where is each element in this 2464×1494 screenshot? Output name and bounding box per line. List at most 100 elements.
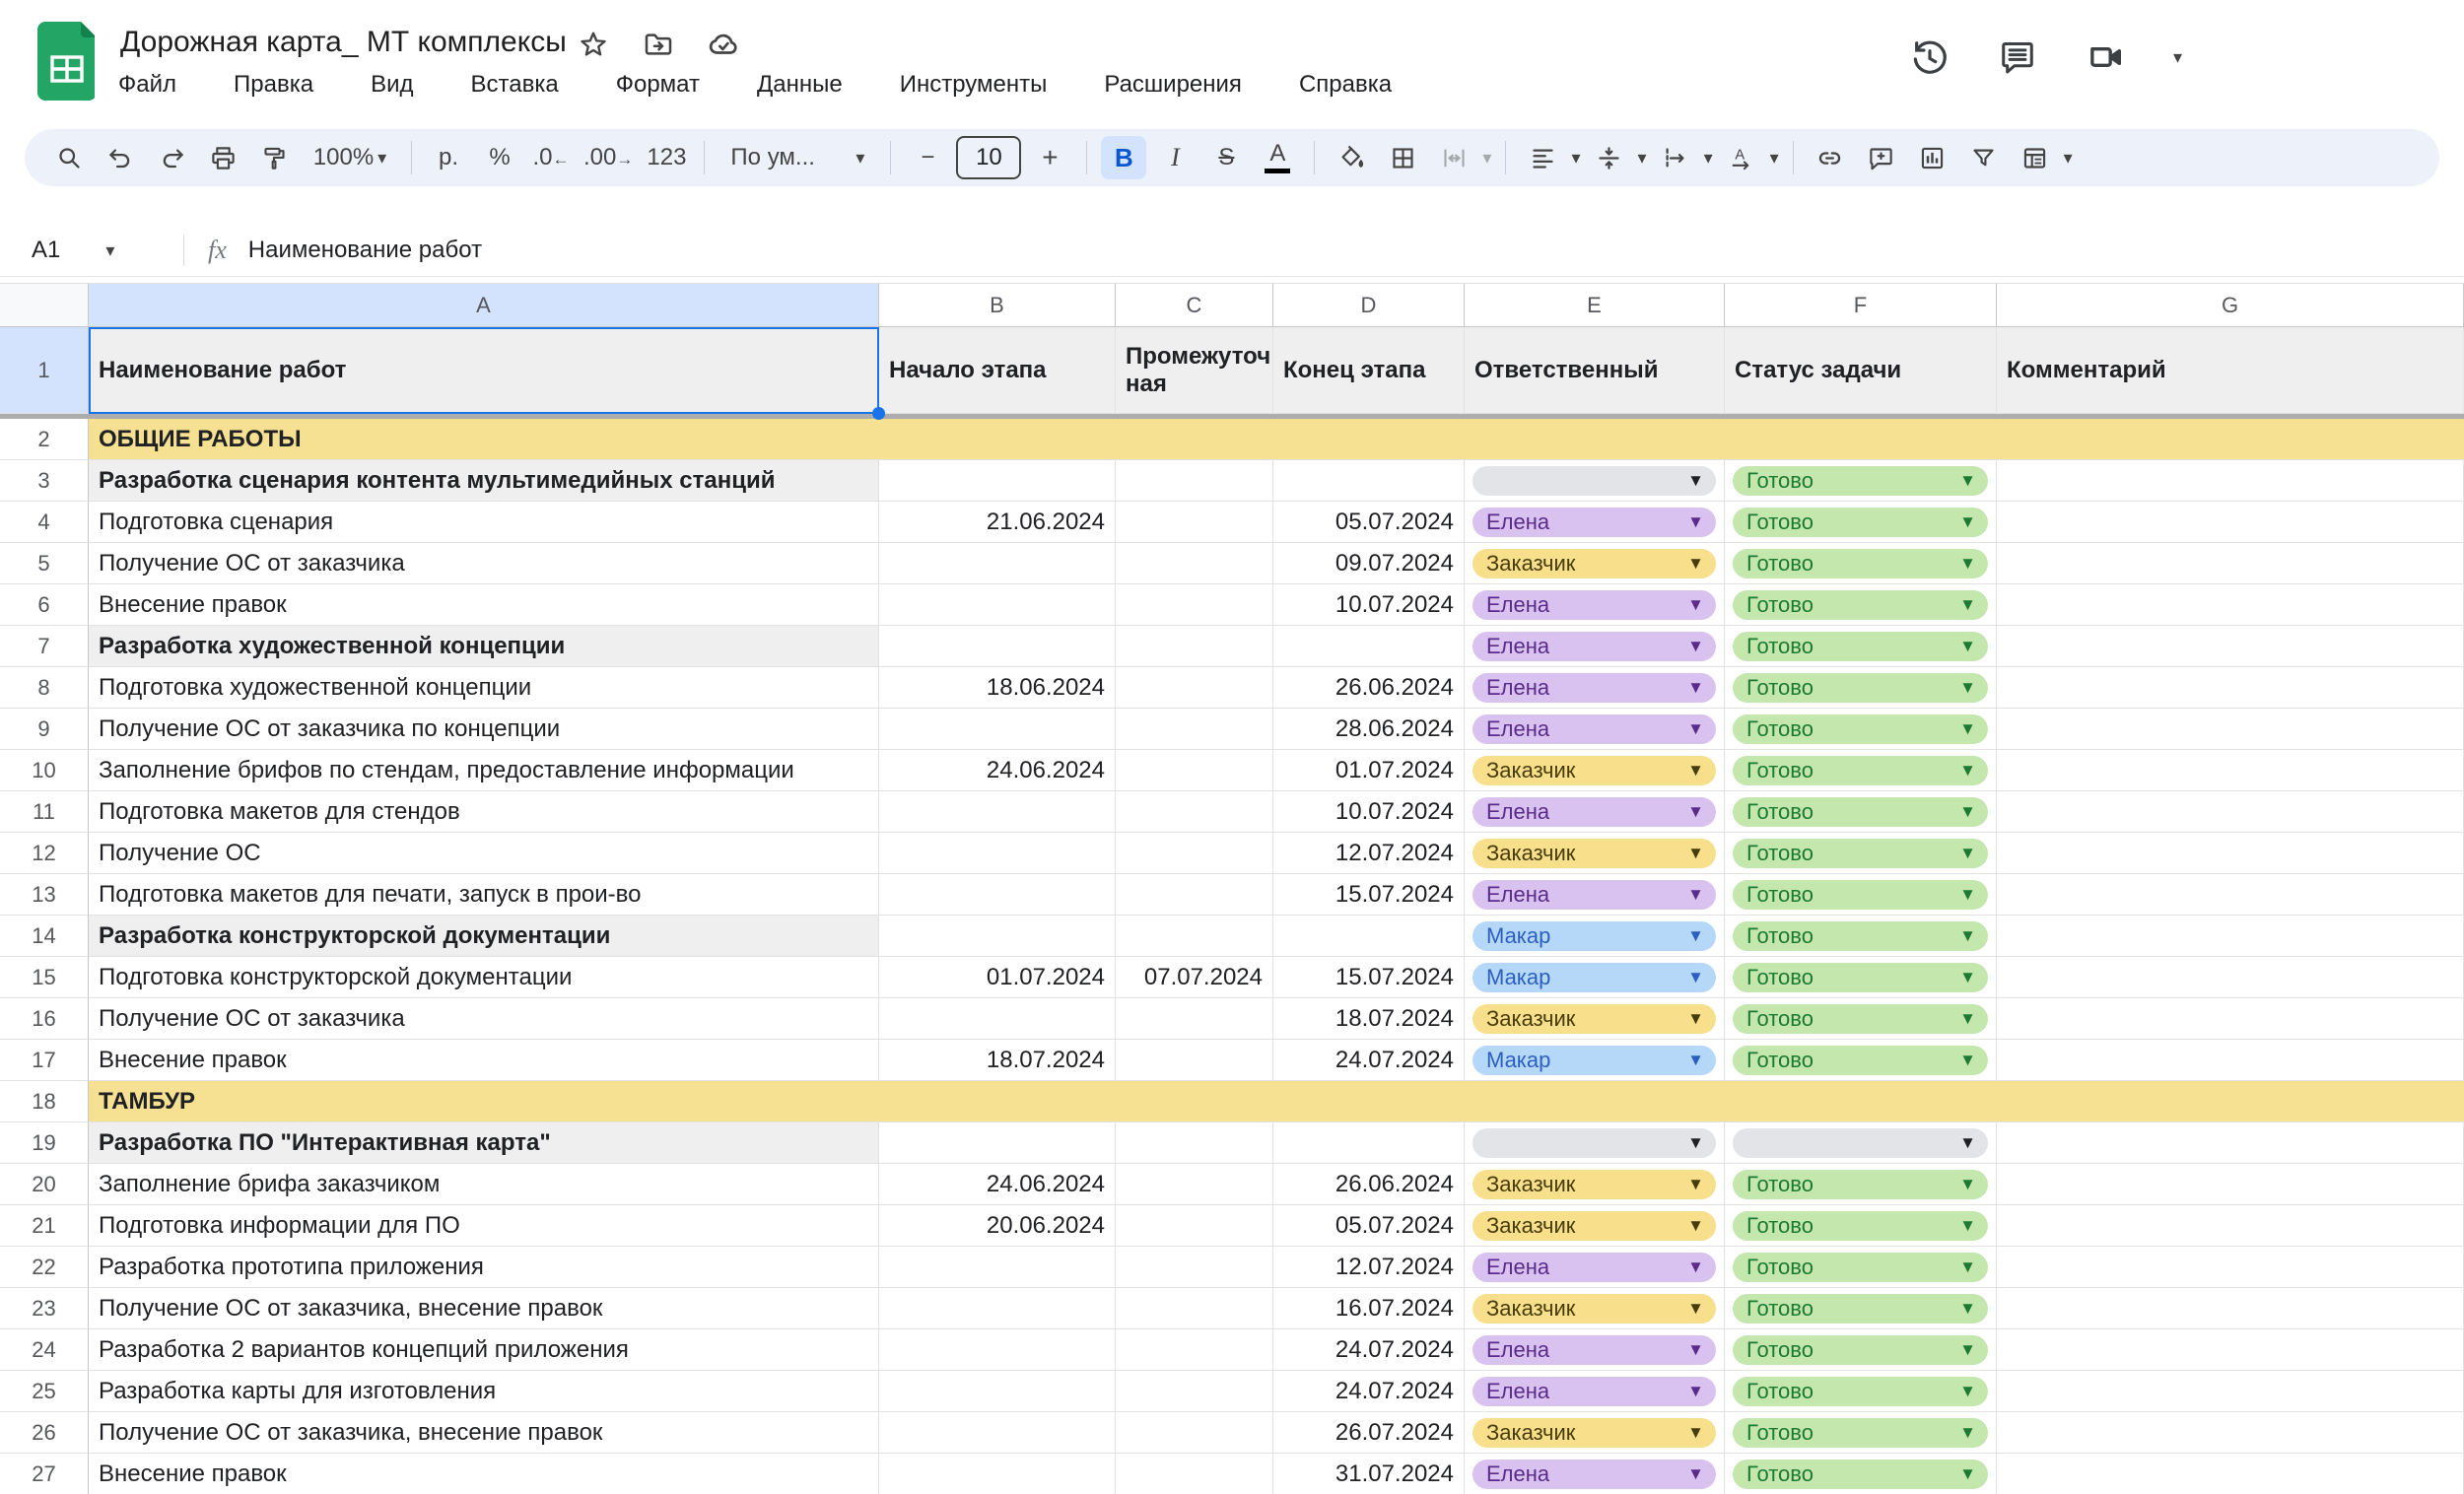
cell-B25[interactable] — [879, 1371, 1116, 1412]
cell-G9[interactable] — [1997, 709, 2464, 750]
chip-dropdown-caret-icon[interactable]: ▼ — [1959, 1294, 1976, 1324]
row-header-7[interactable]: 7 — [0, 626, 89, 667]
cell-D20[interactable]: 26.06.2024 — [1273, 1164, 1465, 1205]
cell-G1[interactable]: Комментарий — [1997, 327, 2464, 414]
chip-dropdown-caret-icon[interactable]: ▼ — [1959, 714, 1976, 744]
cell-B1[interactable]: Начало этапа — [879, 327, 1116, 414]
cell-B16[interactable] — [879, 998, 1116, 1040]
increase-font-size-button[interactable]: + — [1027, 136, 1072, 179]
cell-A12[interactable]: Получение ОС — [89, 833, 879, 874]
cell-F8[interactable]: Готово▼ — [1725, 667, 1997, 709]
version-history-icon[interactable] — [1907, 35, 1951, 79]
cell-D7[interactable] — [1273, 626, 1465, 667]
chip-responsible-22[interactable]: Елена▼ — [1472, 1253, 1716, 1282]
menu-8[interactable]: Расширения — [1096, 67, 1250, 102]
row-header-3[interactable]: 3 — [0, 460, 89, 502]
chip-status-11[interactable]: Готово▼ — [1733, 797, 1988, 827]
cell-A17[interactable]: Внесение правок — [89, 1040, 879, 1081]
chip-status-4[interactable]: Готово▼ — [1733, 508, 1988, 537]
cell-E1[interactable]: Ответственный — [1465, 327, 1725, 414]
chip-responsible-4[interactable]: Елена▼ — [1472, 508, 1716, 537]
chip-dropdown-caret-icon[interactable]: ▼ — [1687, 1170, 1704, 1199]
cell-C16[interactable] — [1116, 998, 1273, 1040]
cell-D12[interactable]: 12.07.2024 — [1273, 833, 1465, 874]
cell-G6[interactable] — [1997, 584, 2464, 626]
star-icon[interactable] — [577, 28, 610, 61]
row-header-16[interactable]: 16 — [0, 998, 89, 1040]
chip-dropdown-caret-icon[interactable]: ▼ — [1687, 1418, 1704, 1448]
cell-B12[interactable] — [879, 833, 1116, 874]
cell-B8[interactable]: 18.06.2024 — [879, 667, 1116, 709]
cell-E24[interactable]: Елена▼ — [1465, 1329, 1725, 1371]
cell-C10[interactable] — [1116, 750, 1273, 791]
cell-E10[interactable]: Заказчик▼ — [1465, 750, 1725, 791]
paint-format-button[interactable] — [251, 136, 297, 179]
chip-dropdown-caret-icon[interactable]: ▼ — [1959, 1335, 1976, 1365]
chip-status-12[interactable]: Готово▼ — [1733, 839, 1988, 868]
video-call-caret-icon[interactable]: ▾ — [2173, 48, 2182, 66]
chip-responsible-6[interactable]: Елена▼ — [1472, 590, 1716, 620]
zoom-select[interactable]: 100%▾ — [303, 136, 397, 179]
cell-G19[interactable] — [1997, 1122, 2464, 1164]
row-header-27[interactable]: 27 — [0, 1454, 89, 1494]
cell-D25[interactable]: 24.07.2024 — [1273, 1371, 1465, 1412]
cloud-saved-icon[interactable] — [707, 28, 740, 61]
chip-dropdown-caret-icon[interactable]: ▼ — [1959, 1253, 1976, 1282]
chip-status-5[interactable]: Готово▼ — [1733, 549, 1988, 578]
cell-F16[interactable]: Готово▼ — [1725, 998, 1997, 1040]
cell-G14[interactable] — [1997, 916, 2464, 957]
cell-C22[interactable] — [1116, 1247, 1273, 1288]
cell-F6[interactable]: Готово▼ — [1725, 584, 1997, 626]
row-header-26[interactable]: 26 — [0, 1412, 89, 1454]
chip-dropdown-caret-icon[interactable]: ▼ — [1687, 1460, 1704, 1489]
formula-input[interactable]: Наименование работ — [248, 237, 482, 264]
cell-D6[interactable]: 10.07.2024 — [1273, 584, 1465, 626]
cell-G21[interactable] — [1997, 1205, 2464, 1247]
cell-F14[interactable]: Готово▼ — [1725, 916, 1997, 957]
cell-D14[interactable] — [1273, 916, 1465, 957]
cell-D15[interactable]: 15.07.2024 — [1273, 957, 1465, 998]
row-header-1[interactable]: 1 — [0, 327, 89, 414]
cell-B23[interactable] — [879, 1288, 1116, 1329]
cell-G11[interactable] — [1997, 791, 2464, 833]
chip-dropdown-caret-icon[interactable]: ▼ — [1687, 1335, 1704, 1365]
menu-9[interactable]: Справка — [1291, 67, 1400, 102]
chip-responsible-9[interactable]: Елена▼ — [1472, 714, 1716, 744]
chip-dropdown-caret-icon[interactable]: ▼ — [1959, 1460, 1976, 1489]
text-rotation-caret-icon[interactable]: ▾ — [1770, 149, 1779, 167]
cell-C23[interactable] — [1116, 1288, 1273, 1329]
cell-E6[interactable]: Елена▼ — [1465, 584, 1725, 626]
cell-F7[interactable]: Готово▼ — [1725, 626, 1997, 667]
cell-D26[interactable]: 26.07.2024 — [1273, 1412, 1465, 1454]
chip-responsible-3[interactable]: ▼ — [1472, 466, 1716, 496]
chip-status-14[interactable]: Готово▼ — [1733, 921, 1988, 951]
cell-A13[interactable]: Подготовка макетов для печати, запуск в … — [89, 874, 879, 916]
cell-A25[interactable]: Разработка карты для изготовления — [89, 1371, 879, 1412]
chip-dropdown-caret-icon[interactable]: ▼ — [1959, 797, 1976, 827]
chip-responsible-14[interactable]: Макар▼ — [1472, 921, 1716, 951]
cell-F23[interactable]: Готово▼ — [1725, 1288, 1997, 1329]
cell-B6[interactable] — [879, 584, 1116, 626]
chip-status-17[interactable]: Готово▼ — [1733, 1046, 1988, 1075]
redo-button[interactable] — [149, 136, 194, 179]
chip-dropdown-caret-icon[interactable]: ▼ — [1959, 921, 1976, 951]
section-row-2[interactable]: ОБЩИЕ РАБОТЫ — [89, 419, 2464, 460]
row-header-17[interactable]: 17 — [0, 1040, 89, 1081]
cell-F27[interactable]: Готово▼ — [1725, 1454, 1997, 1494]
chip-dropdown-caret-icon[interactable]: ▼ — [1959, 839, 1976, 868]
cell-B24[interactable] — [879, 1329, 1116, 1371]
cell-A5[interactable]: Получение ОС от заказчика — [89, 543, 879, 584]
vertical-align-caret-icon[interactable]: ▾ — [1638, 149, 1647, 167]
chip-status-26[interactable]: Готово▼ — [1733, 1418, 1988, 1448]
text-color-button[interactable]: A — [1255, 136, 1300, 179]
cell-C5[interactable] — [1116, 543, 1273, 584]
cell-E20[interactable]: Заказчик▼ — [1465, 1164, 1725, 1205]
cell-A1[interactable]: Наименование работ — [89, 327, 879, 414]
chip-responsible-19[interactable]: ▼ — [1472, 1128, 1716, 1158]
select-all-corner[interactable] — [0, 283, 89, 327]
cell-C7[interactable] — [1116, 626, 1273, 667]
cell-G23[interactable] — [1997, 1288, 2464, 1329]
cell-C12[interactable] — [1116, 833, 1273, 874]
chip-responsible-21[interactable]: Заказчик▼ — [1472, 1211, 1716, 1241]
cell-E11[interactable]: Елена▼ — [1465, 791, 1725, 833]
